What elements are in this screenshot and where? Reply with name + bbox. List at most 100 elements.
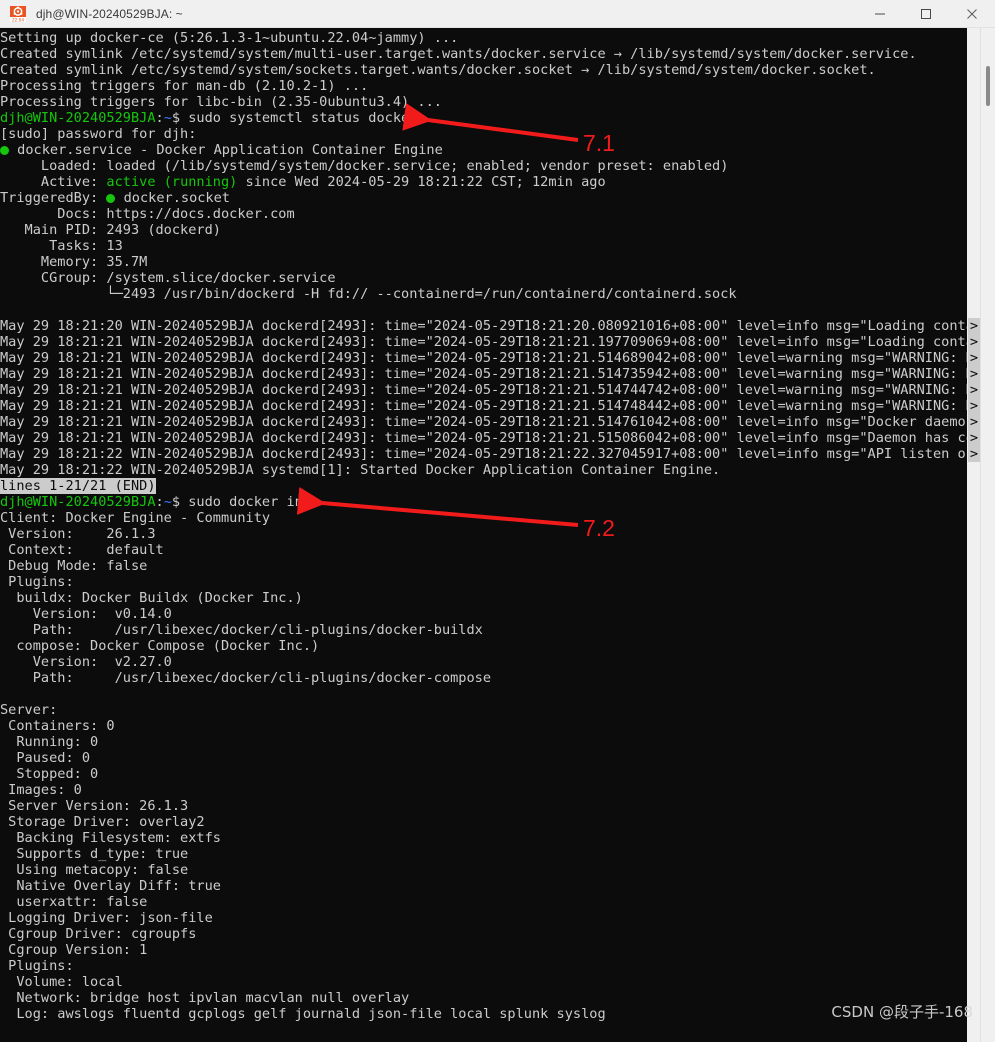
terminal-line-server-metacopy: Using metacopy: false <box>0 862 967 878</box>
terminal-span: Version: 26.1.3 <box>0 526 156 542</box>
service-status-dot-icon <box>0 146 9 155</box>
terminal-span: Docs: https://docs.docker.com <box>0 206 295 222</box>
terminal-span: Created symlink /etc/systemd/system/sock… <box>0 62 876 78</box>
terminal-line-server-plugin-log: Log: awslogs fluentd gcplogs gelf journa… <box>0 1006 967 1022</box>
maximize-button[interactable] <box>903 0 949 28</box>
terminal-line-server-cgroup-version: Cgroup Version: 1 <box>0 942 967 958</box>
terminal-line-service-tasks: Tasks: 13 <box>0 238 967 254</box>
terminal-line-server-backing-fs: Backing Filesystem: extfs <box>0 830 967 846</box>
terminal-line-server-plugin-volume: Volume: local <box>0 974 967 990</box>
terminal-line-plugin-buildx: buildx: Docker Buildx (Docker Inc.) <box>0 590 967 606</box>
terminal-line-client-plugins: Plugins: <box>0 574 967 590</box>
terminal-line-log-10: May 29 18:21:22 WIN-20240529BJA systemd[… <box>0 462 967 478</box>
truncation-marker: > <box>969 414 979 430</box>
terminal-line-plugin-compose: compose: Docker Compose (Docker Inc.) <box>0 638 967 654</box>
terminal-line-service-memory: Memory: 35.7M <box>0 254 967 270</box>
svg-text:22.04: 22.04 <box>12 17 24 22</box>
terminal-span: Loaded: loaded (/lib/systemd/system/dock… <box>0 158 729 174</box>
terminal-span: : <box>155 110 164 126</box>
terminal-span: ~ <box>163 110 172 126</box>
truncation-marker: > <box>969 334 979 350</box>
terminal-span: May 29 18:21:21 WIN-20240529BJA dockerd[… <box>0 334 967 350</box>
terminal-line-blank-1 <box>0 302 967 318</box>
terminal-span: compose: Docker Compose (Docker Inc.) <box>0 638 320 654</box>
line-truncation-markers: > > > > > > > > > <box>968 318 980 462</box>
vertical-scrollbar[interactable] <box>980 28 995 1042</box>
terminal-span: Logging Driver: json-file <box>0 910 213 926</box>
terminal-span: Processing triggers for man-db (2.10.2-1… <box>0 78 369 94</box>
close-button[interactable] <box>949 0 995 28</box>
terminal-span: Using metacopy: false <box>0 862 189 878</box>
terminal-line-prompt-systemctl-status: djh@WIN-20240529BJA:~$ sudo systemctl st… <box>0 110 967 126</box>
terminal-line-log-4: May 29 18:21:21 WIN-20240529BJA dockerd[… <box>0 366 967 382</box>
terminal-span: Containers: 0 <box>0 718 115 734</box>
terminal-line-symlink-sockets: Created symlink /etc/systemd/system/sock… <box>0 62 967 78</box>
terminal-span: djh@WIN-20240529BJA <box>0 110 156 126</box>
terminal-span: May 29 18:21:22 WIN-20240529BJA systemd[… <box>0 462 721 478</box>
terminal-span: Memory: 35.7M <box>0 254 148 270</box>
terminal-output-area[interactable]: Setting up docker-ce (5:26.1.3-1~ubuntu.… <box>0 28 967 1042</box>
terminal-line-client-debug: Debug Mode: false <box>0 558 967 574</box>
terminal-line-server-stopped: Stopped: 0 <box>0 766 967 782</box>
terminal-line-server-logging-driver: Logging Driver: json-file <box>0 910 967 926</box>
terminal-span: Log: awslogs fluentd gcplogs gelf journa… <box>0 1006 606 1022</box>
terminal-line-log-7: May 29 18:21:21 WIN-20240529BJA dockerd[… <box>0 414 967 430</box>
terminal-line-apt-setting-up: Setting up docker-ce (5:26.1.3-1~ubuntu.… <box>0 30 967 46</box>
terminal-line-log-2: May 29 18:21:21 WIN-20240529BJA dockerd[… <box>0 334 967 350</box>
terminal-line-plugin-buildx-version: Version: v0.14.0 <box>0 606 967 622</box>
terminal-span: Storage Driver: overlay2 <box>0 814 205 830</box>
terminal-line-service-cgroup: CGroup: /system.slice/docker.service <box>0 270 967 286</box>
scrollbar-thumb[interactable] <box>986 66 990 106</box>
terminal-span: Active: <box>0 174 107 190</box>
terminal-span: Images: 0 <box>0 782 82 798</box>
terminal-span: May 29 18:21:21 WIN-20240529BJA dockerd[… <box>0 398 967 414</box>
terminal-line-server-plugin-network: Network: bridge host ipvlan macvlan null… <box>0 990 967 1006</box>
terminal-span: Main PID: 2493 (dockerd) <box>0 222 221 238</box>
truncation-marker: > <box>969 350 979 366</box>
terminal-span: Running: 0 <box>0 734 99 750</box>
terminal-line-triggers-libc-bin: Processing triggers for libc-bin (2.35-0… <box>0 94 967 110</box>
terminal-span: Tasks: 13 <box>0 238 123 254</box>
terminal-line-service-active: Active: active (running) since Wed 2024-… <box>0 174 967 190</box>
terminal-span: Version: v2.27.0 <box>0 654 172 670</box>
terminal-span: Server Version: 26.1.3 <box>0 798 189 814</box>
terminal-span: └─2493 /usr/bin/dockerd -H fd:// --conta… <box>0 286 737 302</box>
terminal-span: ~ <box>163 494 172 510</box>
terminal-line-client-context: Context: default <box>0 542 967 558</box>
terminal-span: Supports d_type: true <box>0 846 189 862</box>
terminal-span: since Wed 2024-05-29 18:21:22 CST; 12min… <box>237 174 606 190</box>
terminal-line-log-1: May 29 18:21:20 WIN-20240529BJA dockerd[… <box>0 318 967 334</box>
terminal-span: Native Overlay Diff: true <box>0 878 221 894</box>
terminal-line-server-userxattr: userxattr: false <box>0 894 967 910</box>
terminal-line-service-triggeredby: TriggeredBy: docker.socket <box>0 190 967 206</box>
minimize-button[interactable] <box>857 0 903 28</box>
terminal-span: Processing triggers for libc-bin (2.35-0… <box>0 94 442 110</box>
terminal-line-pager-status: lines 1-21/21 (END) <box>0 478 967 494</box>
terminal-line-server-storage-driver: Storage Driver: overlay2 <box>0 814 967 830</box>
terminal-span: userxattr: false <box>0 894 148 910</box>
terminal-span: Context: default <box>0 542 164 558</box>
terminal-line-sudo-password: [sudo] password for djh: <box>0 126 967 142</box>
terminal-span: $ sudo systemctl status docker <box>171 110 418 126</box>
terminal-line-log-9: May 29 18:21:22 WIN-20240529BJA dockerd[… <box>0 446 967 462</box>
terminal-line-plugin-compose-version: Version: v2.27.0 <box>0 654 967 670</box>
terminal-line-blank-2 <box>0 686 967 702</box>
ubuntu-terminal-icon: 22.04 <box>9 5 27 23</box>
terminal-span: active (running) <box>106 174 238 190</box>
terminal-line-triggers-man-db: Processing triggers for man-db (2.10.2-1… <box>0 78 967 94</box>
terminal-span: : <box>155 494 164 510</box>
terminal-line-service-mainpid: Main PID: 2493 (dockerd) <box>0 222 967 238</box>
terminal-span: May 29 18:21:21 WIN-20240529BJA dockerd[… <box>0 350 967 366</box>
terminal-line-plugin-buildx-path: Path: /usr/libexec/docker/cli-plugins/do… <box>0 622 967 638</box>
terminal-line-plugin-compose-path: Path: /usr/libexec/docker/cli-plugins/do… <box>0 670 967 686</box>
title-bar[interactable]: 22.04 djh@WIN-20240529BJA: ~ <box>0 0 995 28</box>
terminal-line-server-cgroup-driver: Cgroup Driver: cgroupfs <box>0 926 967 942</box>
terminal-span: May 29 18:21:21 WIN-20240529BJA dockerd[… <box>0 430 967 446</box>
terminal-line-service-header: docker.service - Docker Application Cont… <box>0 142 967 158</box>
terminal-span: $ sudo docker info <box>171 494 320 510</box>
window-title: djh@WIN-20240529BJA: ~ <box>36 6 183 21</box>
truncation-marker: > <box>969 382 979 398</box>
terminal-span: May 29 18:21:20 WIN-20240529BJA dockerd[… <box>0 318 967 334</box>
terminal-span: buildx: Docker Buildx (Docker Inc.) <box>0 590 303 606</box>
terminal-span: lines 1-21/21 (END) <box>0 478 156 494</box>
